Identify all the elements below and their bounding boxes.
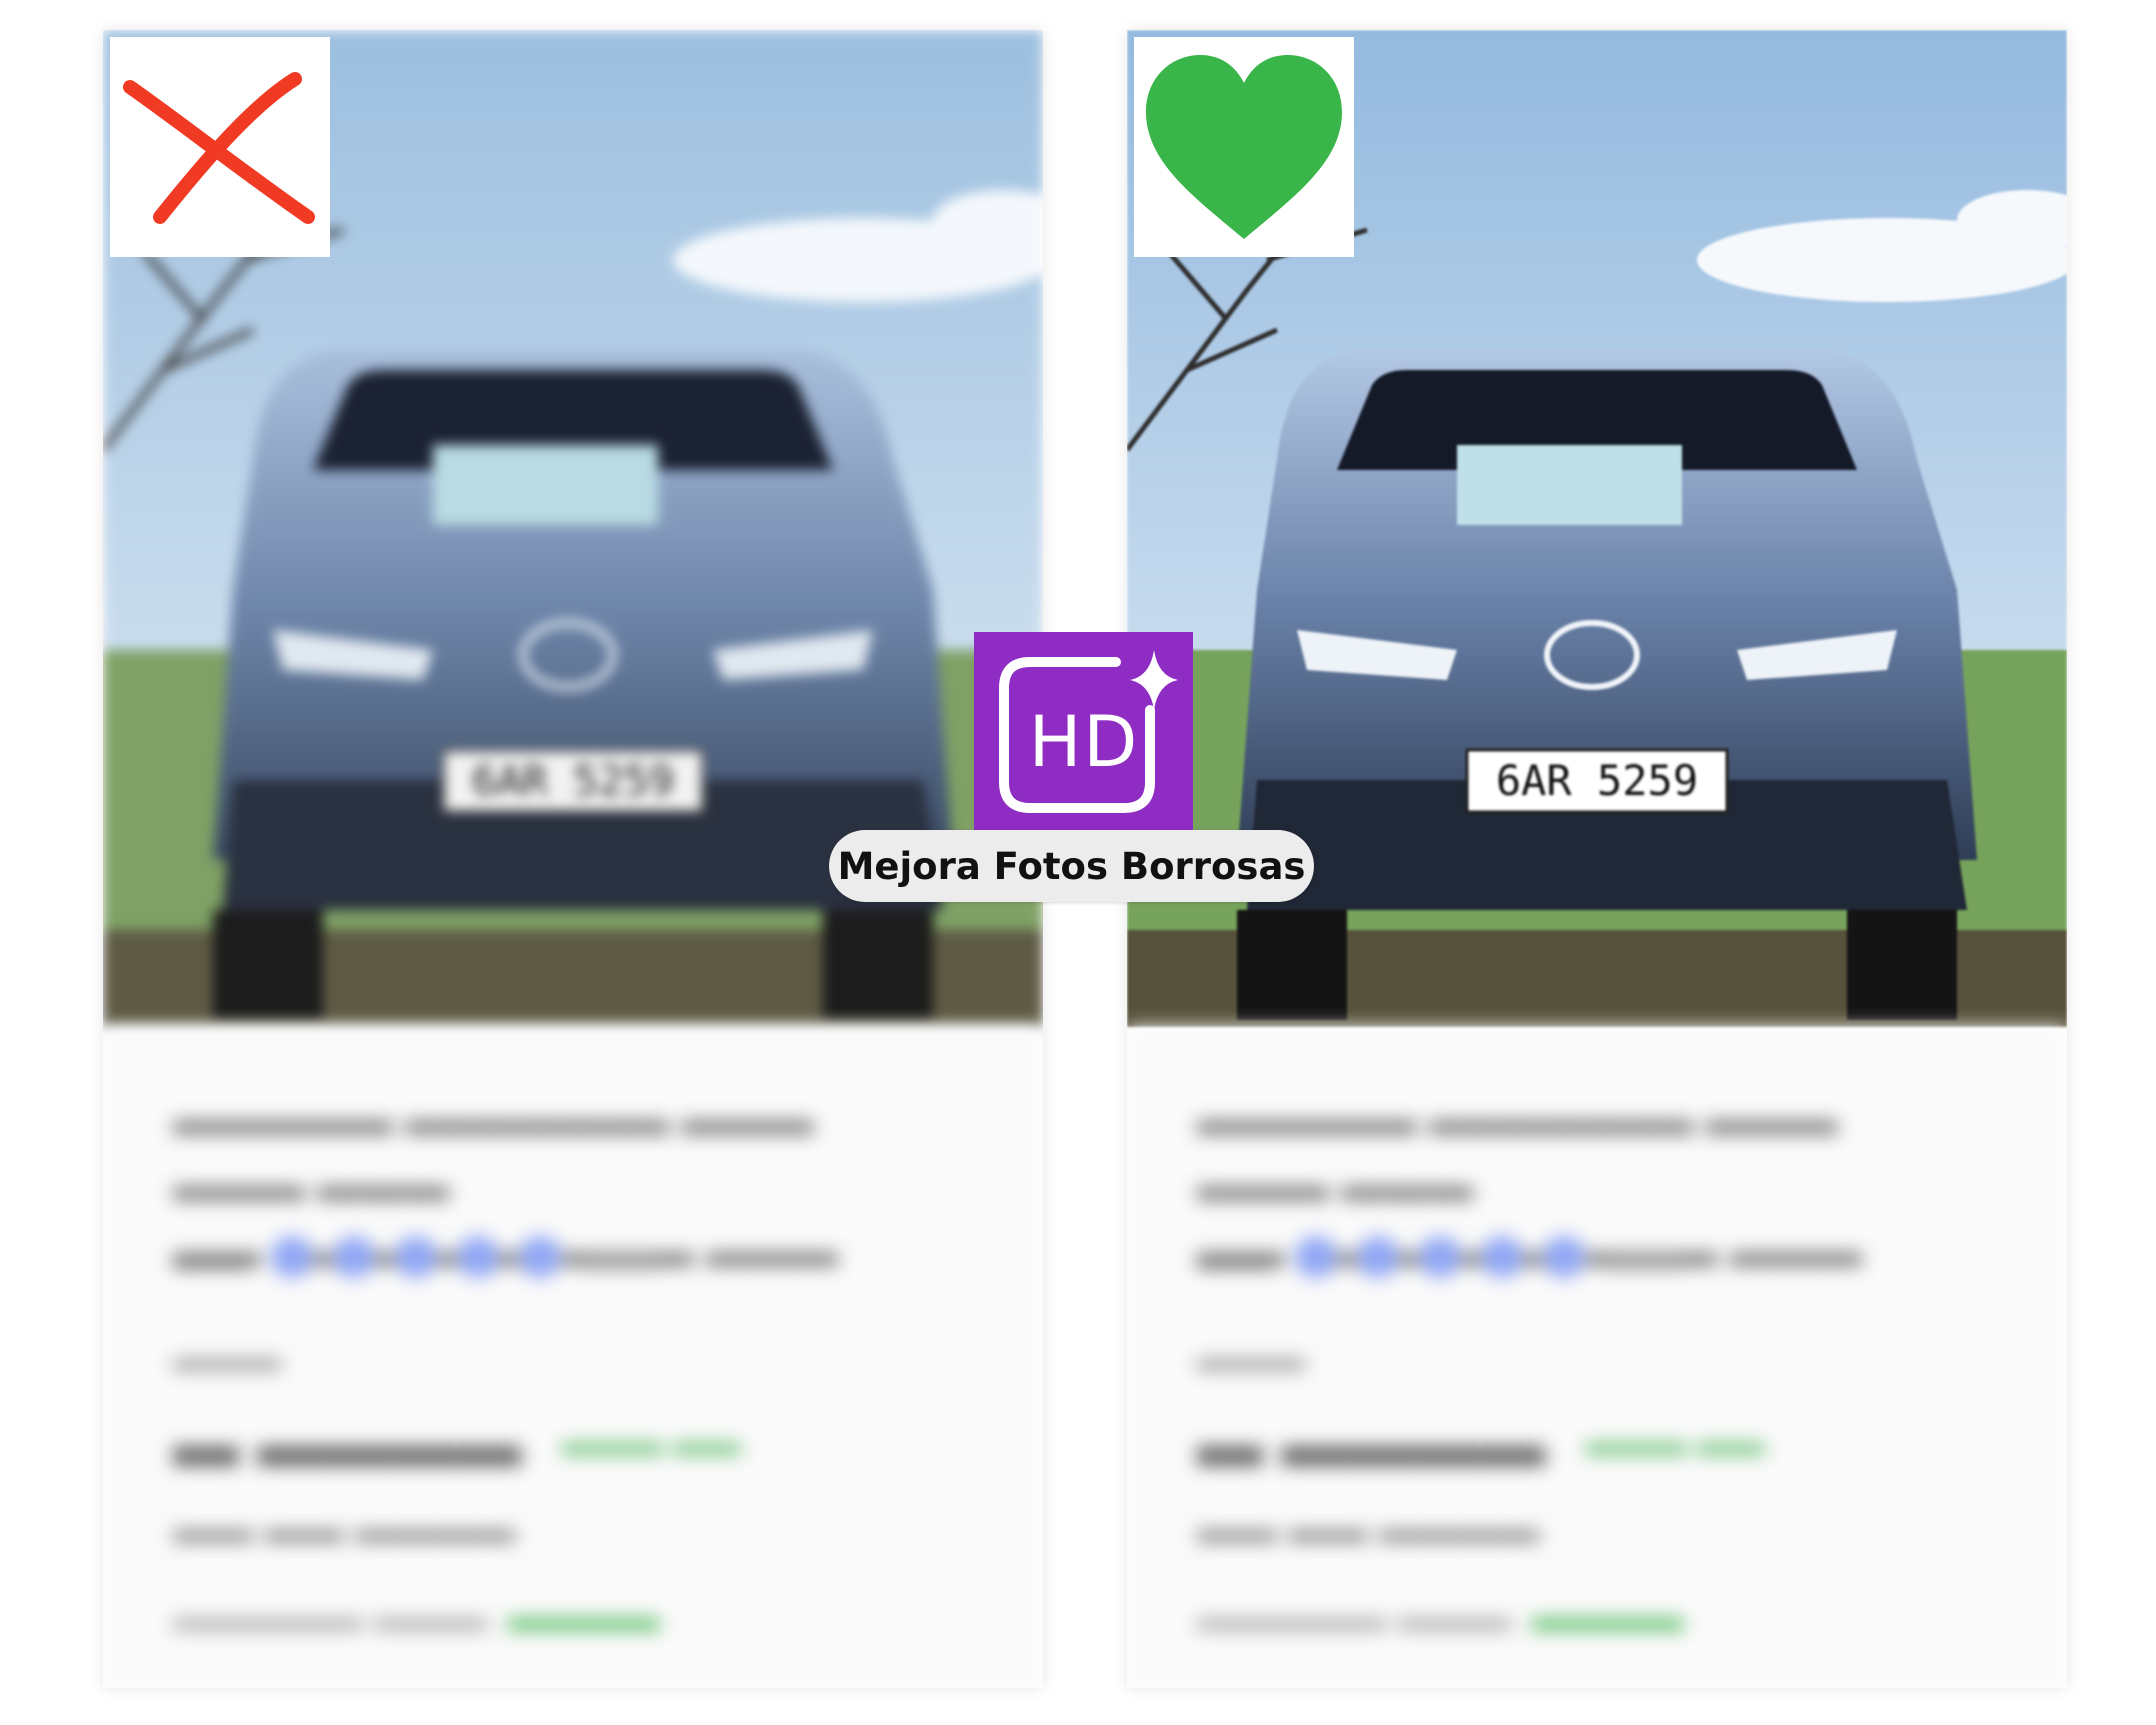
hd-label: HD — [1028, 701, 1140, 783]
rating-dot — [1295, 1236, 1337, 1278]
before-badge — [110, 37, 330, 257]
svg-text:6AR 5259: 6AR 5259 — [472, 756, 674, 805]
blurred-price: ▬ ▬▬▬▬ ▬▬▬ ▬▬ — [173, 1406, 741, 1480]
blurred-label: ▬▬▬ — [1197, 1337, 1305, 1378]
rating-dot — [333, 1236, 375, 1278]
heart-icon — [1146, 55, 1342, 239]
blurred-listing: ▬▬▬▬▬ ▬▬▬▬▬▬ ▬▬▬ ▬▬▬ ▬▬▬ ▬▬ ▬▬▬ ▬▬▬ ▬▬▬ ▬… — [1127, 1027, 2067, 1688]
blurred-installments: ▬▬ ▬▬ ▬▬▬▬ — [173, 1507, 516, 1551]
rating-dot — [395, 1236, 437, 1278]
rating-dot — [1419, 1236, 1461, 1278]
rating-dot — [1543, 1236, 1585, 1278]
rating-dot — [1481, 1236, 1523, 1278]
blurred-shipping: ▬▬▬▬▬ ▬▬▬ ▬▬▬▬ — [173, 1597, 660, 1639]
cross-icon — [123, 72, 315, 224]
blurred-label: ▬▬▬ — [173, 1337, 281, 1378]
rating-dot — [1357, 1236, 1399, 1278]
svg-text:6AR 5259: 6AR 5259 — [1496, 756, 1698, 805]
blurred-price: ▬ ▬▬▬▬ ▬▬▬ ▬▬ — [1197, 1406, 1765, 1480]
blurred-shipping: ▬▬▬▬▬ ▬▬▬ ▬▬▬▬ — [1197, 1597, 1684, 1639]
rating-dot — [519, 1236, 561, 1278]
blurred-rating: ▬▬ ▬▬ — [173, 1235, 659, 1278]
blurred-listing: ▬▬▬▬▬ ▬▬▬▬▬▬ ▬▬▬ ▬▬▬ ▬▬▬ ▬▬ ▬▬▬ ▬▬▬ ▬▬▬ ▬… — [103, 1027, 1043, 1688]
blurred-rating: ▬▬ ▬▬ — [1197, 1235, 1683, 1278]
after-badge — [1134, 37, 1354, 257]
blurred-installments: ▬▬ ▬▬ ▬▬▬▬ — [1197, 1507, 1540, 1551]
rating-dot — [271, 1236, 313, 1278]
hd-app-logo: HD — [974, 632, 1193, 830]
caption-pill: Mejora Fotos Borrosas — [829, 830, 1314, 902]
rating-dot — [457, 1236, 499, 1278]
